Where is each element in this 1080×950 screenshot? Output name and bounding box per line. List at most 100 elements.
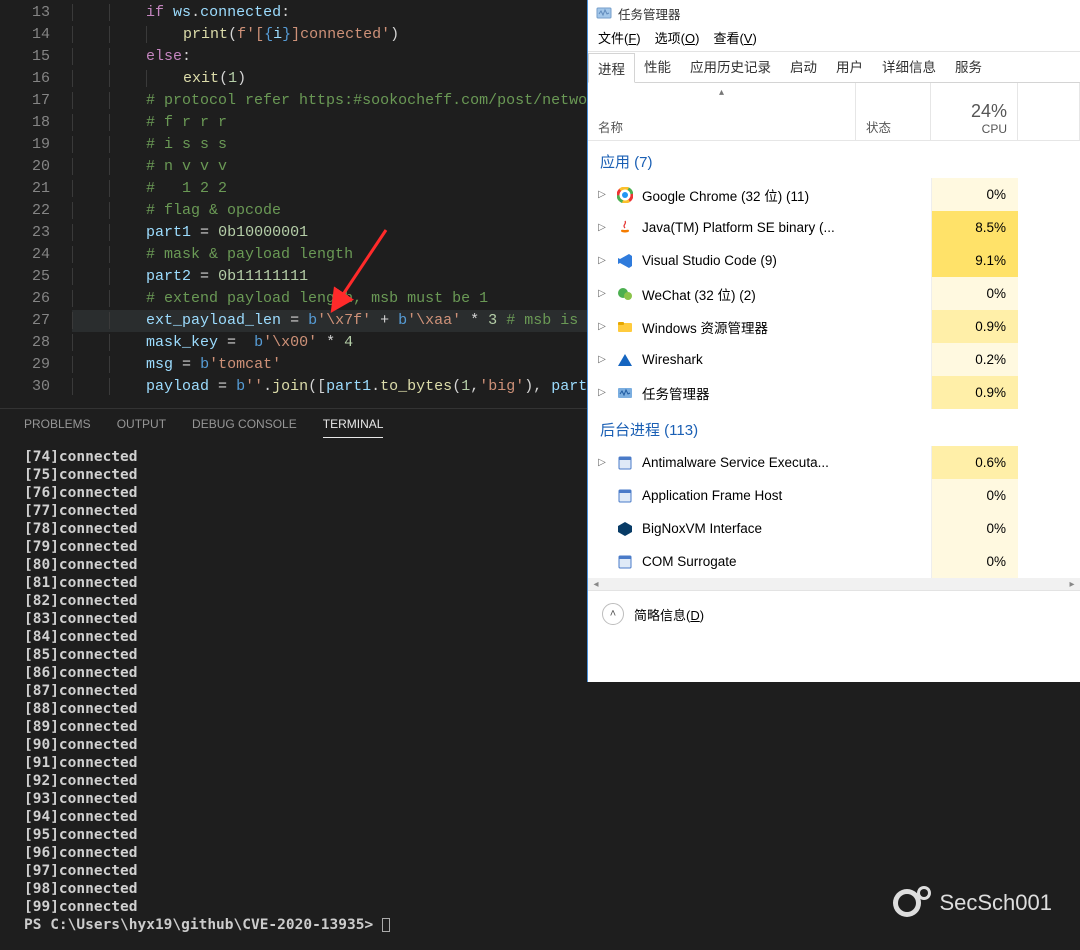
terminal-line: [91]connected [24,754,1056,772]
code-line[interactable]: part2 = 0b11111111 [72,266,623,288]
task-manager-window: 任务管理器 文件(F) 选项(O) 查看(V) 进程性能应用历史记录启动用户详细信息… [587,0,1080,682]
tm-tab-5[interactable]: 详细信息 [873,52,946,82]
line-number: 21 [0,178,50,200]
terminal-line: [88]connected [24,700,1056,718]
header-cpu-label: CPU [982,122,1007,136]
expand-icon[interactable]: ▷ [596,222,608,233]
line-number: 13 [0,2,50,24]
expand-icon[interactable]: ▷ [596,189,608,200]
code-line[interactable]: print(f'[{i}]connected') [72,24,623,46]
scroll-left-icon[interactable]: ◂ [588,579,604,590]
panel-tab-terminal[interactable]: TERMINAL [323,417,384,438]
expand-icon[interactable]: ▷ [596,354,608,365]
code-line[interactable]: if ws.connected: [72,2,623,24]
process-row[interactable]: ▷Antimalware Service Executa...0.6% [588,446,1080,479]
tm-tab-0[interactable]: 进程 [588,53,635,83]
expand-icon[interactable]: ▷ [596,288,608,299]
taskmgr-menubar: 文件(F) 选项(O) 查看(V) [588,26,1080,52]
process-name: Application Frame Host [642,488,782,503]
expand-icon[interactable]: ▷ [596,457,608,468]
line-number: 26 [0,288,50,310]
tm-tab-3[interactable]: 启动 [781,52,827,82]
code-line[interactable]: part1 = 0b10000001 [72,222,623,244]
code-line[interactable]: # protocol refer https:#sookocheff.com/p… [72,90,623,112]
line-number: 20 [0,156,50,178]
code-line[interactable]: ext_payload_len = b'\x7f' + b'\xaa' * 3 … [72,310,623,332]
process-row[interactable]: ▷Java(TM) Platform SE binary (...8.5% [588,211,1080,244]
process-name: Wireshark [642,352,703,367]
process-icon [616,186,634,204]
menu-V[interactable]: 查看(V) [713,28,756,47]
tm-tab-2[interactable]: 应用历史记录 [681,52,781,82]
process-row[interactable]: ▷Wireshark0.2% [588,343,1080,376]
menu-F[interactable]: 文件(F) [598,28,641,47]
header-overflow-column [1018,83,1080,140]
process-cpu: 0.9% [931,376,1018,409]
process-row[interactable]: ▷WeChat (32 位) (2)0% [588,277,1080,310]
line-number: 25 [0,266,50,288]
header-cpu-percent: 24% [971,101,1007,122]
process-name: Visual Studio Code (9) [642,253,777,268]
process-row[interactable]: ▷BigNoxVM Interface0% [588,512,1080,545]
code-line[interactable]: # 1 2 2 [72,178,623,200]
code-line[interactable]: # n v v v [72,156,623,178]
code-line[interactable]: # flag & opcode [72,200,623,222]
code-line[interactable]: msg = b'tomcat' [72,354,623,376]
panel-tab-output[interactable]: OUTPUT [117,417,166,438]
taskmgr-column-headers: ▴ 名称 状态 24% CPU [588,83,1080,141]
line-number: 15 [0,46,50,68]
code-line[interactable]: exit(1) [72,68,623,90]
taskmgr-footer: ˄ 简略信息(D) [588,590,1080,637]
header-cpu-column[interactable]: 24% CPU [931,83,1018,140]
taskmgr-titlebar[interactable]: 任务管理器 [588,0,1080,26]
collapse-icon[interactable]: ˄ [602,603,624,625]
process-row[interactable]: ▷COM Surrogate0% [588,545,1080,578]
scroll-right-icon[interactable]: ▸ [1064,579,1080,590]
code-line[interactable]: # f r r r [72,112,623,134]
menu-O[interactable]: 选项(O) [655,28,700,47]
taskmgr-icon [596,5,612,21]
process-row[interactable]: ▷Visual Studio Code (9)9.1% [588,244,1080,277]
footer-label[interactable]: 简略信息(D) [634,605,704,624]
expand-icon[interactable]: ▷ [596,321,608,332]
footer-hotkey: D [690,608,699,623]
process-cpu: 0.9% [931,310,1018,343]
process-row[interactable]: ▷Windows 资源管理器0.9% [588,310,1080,343]
terminal-line: [94]connected [24,808,1056,826]
code-line[interactable]: else: [72,46,623,68]
taskmgr-hscrollbar[interactable]: ◂ ▸ [588,578,1080,590]
taskmgr-body[interactable]: 应用 (7)▷Google Chrome (32 位) (11)0%▷Java(… [588,141,1080,578]
tm-tab-1[interactable]: 性能 [635,52,681,82]
header-name-column[interactable]: ▴ 名称 [588,83,856,140]
process-row[interactable]: ▷任务管理器0.9% [588,376,1080,409]
panel-tab-debug-console[interactable]: DEBUG CONSOLE [192,417,297,438]
code-lines[interactable]: if ws.connected: print(f'[{i}]connected'… [72,2,623,398]
process-row[interactable]: ▷Google Chrome (32 位) (11)0% [588,178,1080,211]
line-number: 28 [0,332,50,354]
process-row[interactable]: ▷Application Frame Host0% [588,479,1080,512]
code-line[interactable]: # i s s s [72,134,623,156]
process-name: WeChat (32 位) (2) [642,284,756,304]
tm-tab-4[interactable]: 用户 [827,52,873,82]
terminal-line: [95]connected [24,826,1056,844]
code-line[interactable]: mask_key = b'\x00' * 4 [72,332,623,354]
expand-icon[interactable]: ▷ [596,387,608,398]
line-number: 18 [0,112,50,134]
line-gutter: 131415161718192021222324252627282930 [0,2,72,398]
line-number: 24 [0,244,50,266]
header-status-column[interactable]: 状态 [856,83,931,140]
line-number: 27 [0,310,50,332]
process-icon [616,454,634,472]
code-line[interactable]: payload = b''.join([part1.to_bytes(1,'bi… [72,376,623,398]
wechat-logo-icon [893,886,927,920]
tm-tab-6[interactable]: 服务 [946,52,992,82]
panel-tab-problems[interactable]: PROBLEMS [24,417,91,438]
process-name: BigNoxVM Interface [642,521,762,536]
expand-icon[interactable]: ▷ [596,255,608,266]
line-number: 22 [0,200,50,222]
code-line[interactable]: # extend payload length, msb must be 1 [72,288,623,310]
line-number: 29 [0,354,50,376]
code-line[interactable]: # mask & payload length [72,244,623,266]
process-cpu: 0.6% [931,446,1018,479]
process-name: Google Chrome (32 位) (11) [642,185,809,205]
